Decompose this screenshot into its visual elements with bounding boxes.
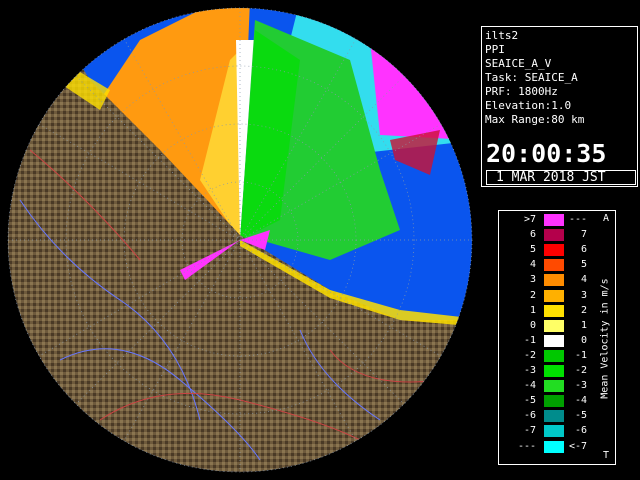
legend-lower-bound: -7 <box>523 425 536 437</box>
legend-corner-bottom: T <box>603 450 610 461</box>
radar-ppi-display <box>0 0 480 480</box>
legend-swatch <box>544 289 564 302</box>
legend-swatch <box>544 395 564 408</box>
legend-title: Mean Velocity in m/s <box>599 278 611 399</box>
time-display: 20:00:35 <box>486 139 607 168</box>
legend-swatch <box>544 274 564 287</box>
legend-lower-bound: 4 <box>529 259 536 271</box>
legend-swatch <box>544 365 564 377</box>
legend-lower-bound: 6 <box>529 229 536 241</box>
legend-swatch <box>544 334 564 347</box>
legend-upper-bound: -5 <box>574 410 587 422</box>
legend-lower-bound: 5 <box>529 244 536 256</box>
scan-type: PPI <box>485 43 505 56</box>
legend-lower-bound: 1 <box>529 304 536 316</box>
legend-upper-bound: -2 <box>574 365 587 376</box>
legend-lower-bound: -4 <box>523 380 536 392</box>
legend-swatch <box>544 410 564 423</box>
legend-upper-bound: 3 <box>580 289 587 301</box>
legend-lower-bound: -6 <box>523 410 536 422</box>
date-display: 1 MAR 2018 JST <box>486 170 636 185</box>
legend-swatch <box>544 244 564 257</box>
legend-upper-bound: --- <box>568 214 587 225</box>
legend-upper-bound: -1 <box>574 349 587 361</box>
legend-upper-bound: 0 <box>580 334 587 346</box>
legend-swatch <box>544 214 564 226</box>
legend-lower-bound: -5 <box>523 395 536 407</box>
task-name: Task: SEAICE_A <box>485 71 578 84</box>
legend-lower-bound: >7 <box>523 214 536 225</box>
legend-upper-bound: 5 <box>580 259 587 271</box>
legend-swatch <box>544 440 564 453</box>
legend-swatch <box>544 304 564 317</box>
legend-lower-bound: 2 <box>529 289 536 301</box>
product-name: SEAICE_A_V <box>485 57 552 70</box>
legend-lower-bound: --- <box>517 440 536 452</box>
legend-swatch <box>544 349 564 362</box>
color-legend: >7 --- 6 7 5 6 4 5 3 4 2 3 1 2 0 1 -1 0 -2 -1 -3 -2 -4 -3 -5 -4 -6… <box>498 210 616 465</box>
legend-corner-top: A <box>603 213 610 224</box>
legend-upper-bound: 6 <box>580 244 587 256</box>
legend-lower-bound: -1 <box>523 334 536 346</box>
legend-upper-bound: 4 <box>580 274 587 286</box>
legend-swatch <box>544 380 564 393</box>
legend-lower-bound: 0 <box>529 319 536 331</box>
legend-upper-bound: 7 <box>580 229 587 241</box>
legend-upper-bound: -3 <box>574 380 587 392</box>
info-panel: ilts2 PPI SEAICE_A_V Task: SEAICE_A PRF:… <box>481 26 638 187</box>
legend-upper-bound: -4 <box>574 395 587 407</box>
legend-lower-bound: -3 <box>523 365 536 376</box>
legend-lower-bound: 3 <box>529 274 536 286</box>
legend-lower-bound: -2 <box>523 349 536 361</box>
elevation: Elevation:1.0 <box>485 99 572 112</box>
legend-swatch <box>544 259 564 272</box>
legend-swatch <box>544 229 564 242</box>
legend-upper-bound: -6 <box>574 425 587 437</box>
legend-swatch <box>544 425 564 438</box>
legend-swatch <box>544 319 564 332</box>
legend-upper-bound: 2 <box>580 304 587 316</box>
max-range: Max Range:80 km <box>485 113 585 126</box>
prf-value: PRF: 1800Hz <box>485 85 558 98</box>
legend-upper-bound: 1 <box>580 319 587 331</box>
legend-upper-bound: <-7 <box>568 440 587 452</box>
station-name: ilts2 <box>485 29 519 42</box>
